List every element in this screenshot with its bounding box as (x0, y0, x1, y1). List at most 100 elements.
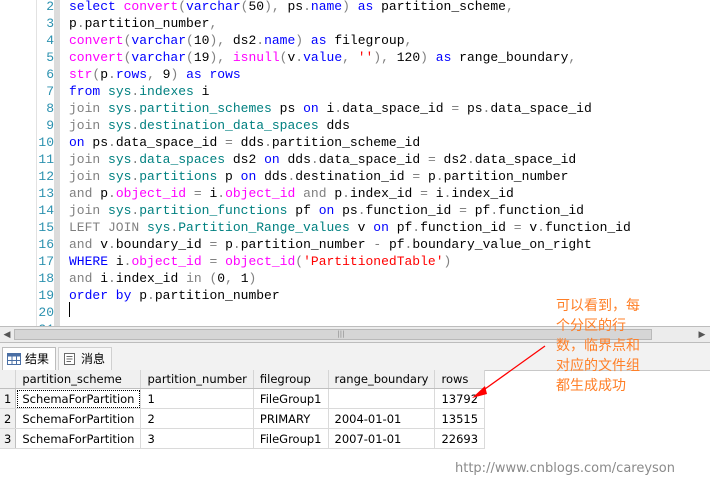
code-token: ( (186, 50, 194, 65)
code-line[interactable]: 16 and v.boundary_id = p.partition_number… (0, 236, 710, 253)
code-line[interactable]: 8 join sys.partition_schemes ps on i.data… (0, 100, 710, 117)
results-grid[interactable]: partition_scheme partition_number filegr… (0, 370, 486, 449)
code-token: i (427, 186, 444, 201)
code-token: and (69, 186, 101, 201)
code-token: join (69, 203, 109, 218)
code-token: 19 (193, 50, 210, 65)
code-token: . (264, 135, 272, 150)
column-header[interactable]: partition_number (140, 370, 254, 389)
code-token: . (76, 16, 85, 31)
code-line[interactable]: 12 join sys.partitions p on dds.destinati… (0, 168, 710, 185)
column-header[interactable]: range_boundary (328, 370, 436, 389)
scroll-right-icon[interactable]: ▶ (696, 329, 708, 341)
code-token: partitions (139, 169, 218, 184)
code-token: . (466, 152, 475, 167)
code-token: ps (271, 101, 304, 116)
code-token: dds (256, 169, 288, 184)
code-token: data_space_id (318, 152, 428, 167)
code-token: ), (209, 33, 233, 48)
line-number: 7 (46, 84, 54, 99)
row-number[interactable]: 2 (0, 408, 17, 429)
code-token: varchar (131, 50, 187, 65)
table-cell[interactable]: SchemaForPartition (15, 428, 142, 449)
code-text: join sys.partitions p on dds.destination… (69, 168, 568, 185)
code-token: partition_number (84, 16, 210, 31)
code-text: and p.object_id = i.object_id and p.inde… (69, 185, 514, 202)
line-number: 15 (38, 220, 54, 235)
table-cell[interactable]: 2004-01-01 (328, 408, 436, 429)
code-line[interactable]: 11 join sys.data_spaces ds2 on dds.data_s… (0, 151, 710, 168)
code-token: . (232, 237, 241, 252)
code-token: LEFT JOIN (69, 220, 148, 235)
table-row[interactable]: 3 SchemaForPartition 3 FileGroup1 2007-0… (0, 428, 486, 449)
table-cell[interactable]: 1 (140, 388, 254, 409)
code-token: in (186, 271, 202, 286)
code-token: , (209, 16, 218, 31)
code-token: . (303, 0, 311, 14)
table-cell[interactable]: 2007-01-01 (328, 428, 436, 449)
code-line[interactable]: 4 convert(varchar(10), ds2.name) as fileg… (0, 32, 710, 49)
column-header[interactable]: partition_scheme (15, 370, 142, 389)
code-token: ), (209, 50, 233, 65)
tab-messages[interactable]: 消息 (58, 347, 113, 370)
code-token: order by (69, 288, 140, 303)
code-line[interactable]: 5 convert(varchar(19), isnull(v.value, ''… (0, 49, 710, 66)
row-number[interactable]: 3 (0, 428, 17, 449)
table-cell[interactable]: 13515 (434, 408, 486, 429)
tab-results[interactable]: 结果 (2, 347, 57, 370)
code-token: function_id (365, 203, 460, 218)
code-line[interactable]: 15 LEFT JOIN sys. Partition_Range_values v… (0, 219, 710, 236)
table-cell[interactable] (328, 388, 436, 409)
code-token: = (513, 220, 522, 235)
code-line[interactable]: 9 join sys.destination_data_spaces dds (0, 117, 710, 134)
code-text: p.partition_number, (69, 15, 217, 32)
table-cell[interactable]: SchemaForPartition (15, 408, 142, 429)
column-header[interactable]: filegroup (253, 370, 329, 389)
code-line[interactable]: 18 and i.index_id in (0, 1) (0, 270, 710, 287)
code-token: on (303, 101, 319, 116)
code-token: , (404, 33, 413, 48)
code-line[interactable]: 14 join sys. partition_functions pf on ps.… (0, 202, 710, 219)
code-token: = (412, 169, 421, 184)
code-line[interactable]: 13 and p.object_id = i.object_id and p.in… (0, 185, 710, 202)
code-token: filegroup (326, 33, 405, 48)
code-token: . (295, 50, 304, 65)
table-row[interactable]: 2 SchemaForPartition 2 PRIMARY 2004-01-0… (0, 408, 486, 429)
code-token: data_spaces (139, 152, 226, 167)
row-number[interactable]: 1 (0, 388, 17, 409)
code-line[interactable]: 10 on ps.data_space_id = dds.partition_sc… (0, 134, 710, 151)
code-token: ) (420, 50, 436, 65)
code-token: 50 (248, 0, 265, 14)
code-token: ds2 (225, 152, 265, 167)
table-cell[interactable]: SchemaForPartition (15, 388, 142, 409)
table-cell[interactable]: 3 (140, 428, 254, 449)
code-token: . (357, 203, 366, 218)
table-cell[interactable]: 22693 (434, 428, 486, 449)
table-cell[interactable]: FileGroup1 (253, 388, 329, 409)
code-token: WHERE (69, 254, 116, 269)
table-cell[interactable]: 2 (140, 408, 254, 429)
code-token: sys (108, 152, 132, 167)
grid-corner[interactable] (0, 370, 17, 389)
code-text: convert(varchar(10), ds2.name) as filegr… (69, 32, 412, 49)
code-line[interactable]: 6 str(p.rows, 9) as rows (0, 66, 710, 83)
message-icon (64, 353, 75, 365)
table-row[interactable]: 1 SchemaForPartition 1 FileGroup1 13792 (0, 388, 486, 409)
table-cell[interactable]: PRIMARY (253, 408, 329, 429)
scroll-left-icon[interactable]: ◀ (1, 329, 13, 341)
column-header[interactable]: rows (434, 370, 486, 389)
sql-editor[interactable]: 2 select convert(varchar(50), ps.name) as… (0, 0, 710, 326)
table-cell[interactable]: 13792 (434, 388, 486, 409)
code-text: join sys.partition_functions pf on ps.fu… (69, 202, 584, 219)
code-token: function_id (544, 220, 631, 235)
code-token: ) (443, 254, 452, 269)
code-line[interactable]: 2 select convert(varchar(50), ps.name) as… (0, 0, 710, 15)
code-line[interactable]: 17 WHERE i.object_id = object_id('Partiti… (0, 253, 710, 270)
code-text: order by p.partition_number (69, 287, 280, 304)
code-line[interactable]: 3 p.partition_number, (0, 15, 710, 32)
code-token: = (201, 254, 226, 269)
code-token: destination_data_spaces (139, 118, 319, 133)
code-token: sys (147, 220, 171, 235)
table-cell[interactable]: FileGroup1 (253, 428, 329, 449)
code-line[interactable]: 7 from sys.indexes i (0, 83, 710, 100)
